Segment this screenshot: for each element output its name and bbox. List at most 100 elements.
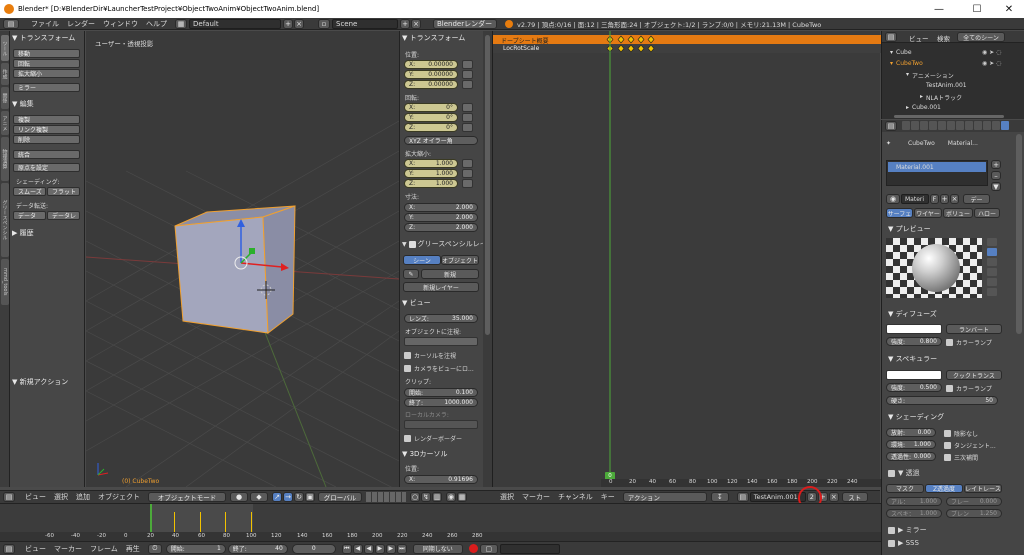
- opengl-anim-icon[interactable]: ▦: [457, 492, 467, 502]
- gp-scene-button[interactable]: シーン: [403, 255, 441, 265]
- editor-type-icon[interactable]: ▤: [3, 18, 19, 29]
- ztransp-tab[interactable]: Z透過度: [925, 484, 963, 493]
- ds-menu-marker[interactable]: マーカー: [518, 492, 554, 502]
- outliner-item-cube[interactable]: ▾ Cube: [890, 49, 912, 56]
- rotate-button[interactable]: 回転: [13, 59, 80, 68]
- delete-button[interactable]: 削除: [13, 135, 80, 144]
- props-scrollbar[interactable]: [1016, 134, 1022, 334]
- diffuse-ramp-toggle[interactable]: カラーランプ: [946, 338, 992, 347]
- preview-panel-title[interactable]: ▼ プレビュー: [888, 224, 931, 234]
- npanel-scrollbar[interactable]: [483, 31, 492, 487]
- slot-menu-button[interactable]: ▼: [991, 182, 1001, 191]
- prev-key-icon[interactable]: ◀: [352, 543, 363, 554]
- material-name-field[interactable]: Materi: [901, 194, 929, 204]
- scale-y-field[interactable]: Y: 1.000: [404, 169, 458, 178]
- dimension-x-field[interactable]: X: 2.000: [404, 203, 478, 212]
- tab-physics[interactable]: 物理演算: [1, 137, 9, 181]
- lock-scale-z-icon[interactable]: [462, 179, 473, 188]
- tangent-toggle[interactable]: タンジェント...: [944, 441, 996, 450]
- tangent-checkbox[interactable]: [944, 442, 951, 449]
- 3d-menu-object[interactable]: オブジェクト: [94, 492, 144, 502]
- surface-tab[interactable]: サーフェ: [886, 208, 913, 218]
- cubic-checkbox[interactable]: [944, 454, 951, 461]
- menu-help[interactable]: ヘルプ: [142, 19, 171, 29]
- y-gizmo-handle[interactable]: [249, 248, 255, 254]
- layer-buttons[interactable]: [366, 492, 406, 502]
- summary-keyframes[interactable]: [606, 35, 655, 44]
- history-panel-title[interactable]: ▶ 履歴: [12, 228, 34, 238]
- remove-slot-button[interactable]: –: [991, 171, 1001, 180]
- lock-cursor-checkbox[interactable]: [404, 352, 411, 359]
- timeline-editor-type-icon[interactable]: ▤: [3, 543, 15, 554]
- mask-tab[interactable]: マスク: [886, 484, 924, 493]
- 3d-viewport[interactable]: ユーザー・透視投影 (0) CubeTwo: [86, 31, 399, 487]
- preview-monkey-icon[interactable]: [987, 268, 997, 276]
- dopesheet-editor[interactable]: ドープシート概要 LocRotScale 0 0 20 40 60 80 100…: [492, 31, 881, 487]
- material-slots-list[interactable]: Material.001: [886, 160, 988, 186]
- outliner-item-nla[interactable]: ▸ NLAトラック: [920, 93, 962, 102]
- sync-mode-dropdown[interactable]: 同期しない: [412, 543, 463, 554]
- render-border-toggle[interactable]: レンダーボーダー: [404, 434, 462, 443]
- add-scene-button[interactable]: +: [400, 18, 410, 29]
- local-camera-field[interactable]: [404, 420, 478, 429]
- add-slot-button[interactable]: +: [991, 160, 1001, 169]
- lock-camera-checkbox[interactable]: [404, 365, 411, 372]
- tab-grease-pencil[interactable]: グリースペンシル: [1, 183, 9, 257]
- pin-icon[interactable]: ✦: [886, 140, 891, 147]
- cube-mesh[interactable]: [174, 205, 296, 334]
- raytrace-tab[interactable]: レイトレース: [964, 484, 1002, 493]
- location-z-field[interactable]: Z: 0.00000: [404, 80, 458, 89]
- minimize-button[interactable]: —: [924, 0, 954, 18]
- volume-tab[interactable]: ボリュー: [943, 208, 973, 218]
- scene-field[interactable]: Scene: [332, 18, 398, 29]
- lock-loc-y-icon[interactable]: [462, 70, 473, 79]
- outliner-item-cube001[interactable]: ▸ Cube.001: [906, 104, 941, 111]
- transform-panel-title[interactable]: ▼ トランスフォーム: [12, 33, 75, 43]
- fresnel-field[interactable]: フレー 0.000: [946, 497, 1002, 506]
- specular-panel-title[interactable]: ▼ スペキュラー: [888, 354, 937, 364]
- ds-menu-select[interactable]: 選択: [496, 492, 518, 502]
- render-border-checkbox[interactable]: [404, 435, 411, 442]
- tl-menu-view[interactable]: ビュー: [21, 544, 50, 554]
- ambient-field[interactable]: 環境: 1.000: [886, 440, 936, 449]
- diffuse-shader-dropdown[interactable]: ランバート: [946, 324, 1002, 334]
- add-layout-button[interactable]: +: [283, 18, 293, 29]
- new-material-button[interactable]: +: [940, 194, 949, 204]
- outliner-item-testanim[interactable]: TestAnim.001: [926, 82, 967, 89]
- outliner-editor-icon[interactable]: ▤: [885, 32, 897, 42]
- manipulator-toggle-icon[interactable]: ↗: [272, 492, 282, 502]
- new-action-panel-title[interactable]: ▼ 新規アクション: [12, 377, 68, 387]
- hardness-field[interactable]: 硬さ: 50: [886, 396, 998, 405]
- layers-tab-icon[interactable]: [911, 121, 919, 130]
- diffuse-color-swatch[interactable]: [886, 324, 942, 334]
- action-browse-icon[interactable]: ▤: [736, 492, 749, 502]
- halo-tab[interactable]: ハロー: [974, 208, 1000, 218]
- physics-tab-icon[interactable]: [1001, 121, 1009, 130]
- tab-mmd-tools[interactable]: mmd_tools: [1, 259, 9, 305]
- fake-user-button[interactable]: F: [930, 194, 939, 204]
- diffuse-intensity-field[interactable]: 強度: 0.800: [886, 337, 942, 346]
- data-transfer-button[interactable]: データ: [13, 211, 46, 220]
- outliner-hscroll[interactable]: [894, 115, 1004, 118]
- rotation-mode-dropdown[interactable]: XYZ オイラー角: [404, 136, 478, 145]
- preview-range-icon[interactable]: ⏱: [147, 543, 162, 554]
- 3d-editor-type-icon[interactable]: ▤: [3, 492, 15, 502]
- remove-layout-button[interactable]: ×: [294, 18, 304, 29]
- transparency-checkbox[interactable]: [888, 469, 895, 477]
- tab-animation[interactable]: アニメ: [1, 111, 9, 135]
- menu-window[interactable]: ウィンドウ: [99, 19, 142, 29]
- sss-panel-title[interactable]: ▶ SSS: [888, 539, 919, 547]
- preview-sky-icon[interactable]: [987, 288, 997, 296]
- view-panel-title[interactable]: ▼ ビュー: [402, 298, 431, 308]
- location-x-field[interactable]: X: 0.00000: [404, 60, 458, 69]
- gp-checkbox[interactable]: [408, 240, 416, 248]
- outliner-search-menu[interactable]: 検索: [937, 33, 950, 43]
- scale-x-field[interactable]: X: 1.000: [404, 159, 458, 168]
- opengl-render-icon[interactable]: ◉: [446, 492, 456, 502]
- timeline-current-frame[interactable]: [150, 504, 152, 532]
- clip-start-field[interactable]: 開始: 0.100: [404, 388, 478, 397]
- unlink-material-button[interactable]: ×: [950, 194, 959, 204]
- start-frame-field[interactable]: 開始: 1: [165, 543, 226, 554]
- jump-end-icon[interactable]: ⏭: [396, 543, 407, 554]
- dimension-z-field[interactable]: Z: 2.000: [404, 223, 478, 232]
